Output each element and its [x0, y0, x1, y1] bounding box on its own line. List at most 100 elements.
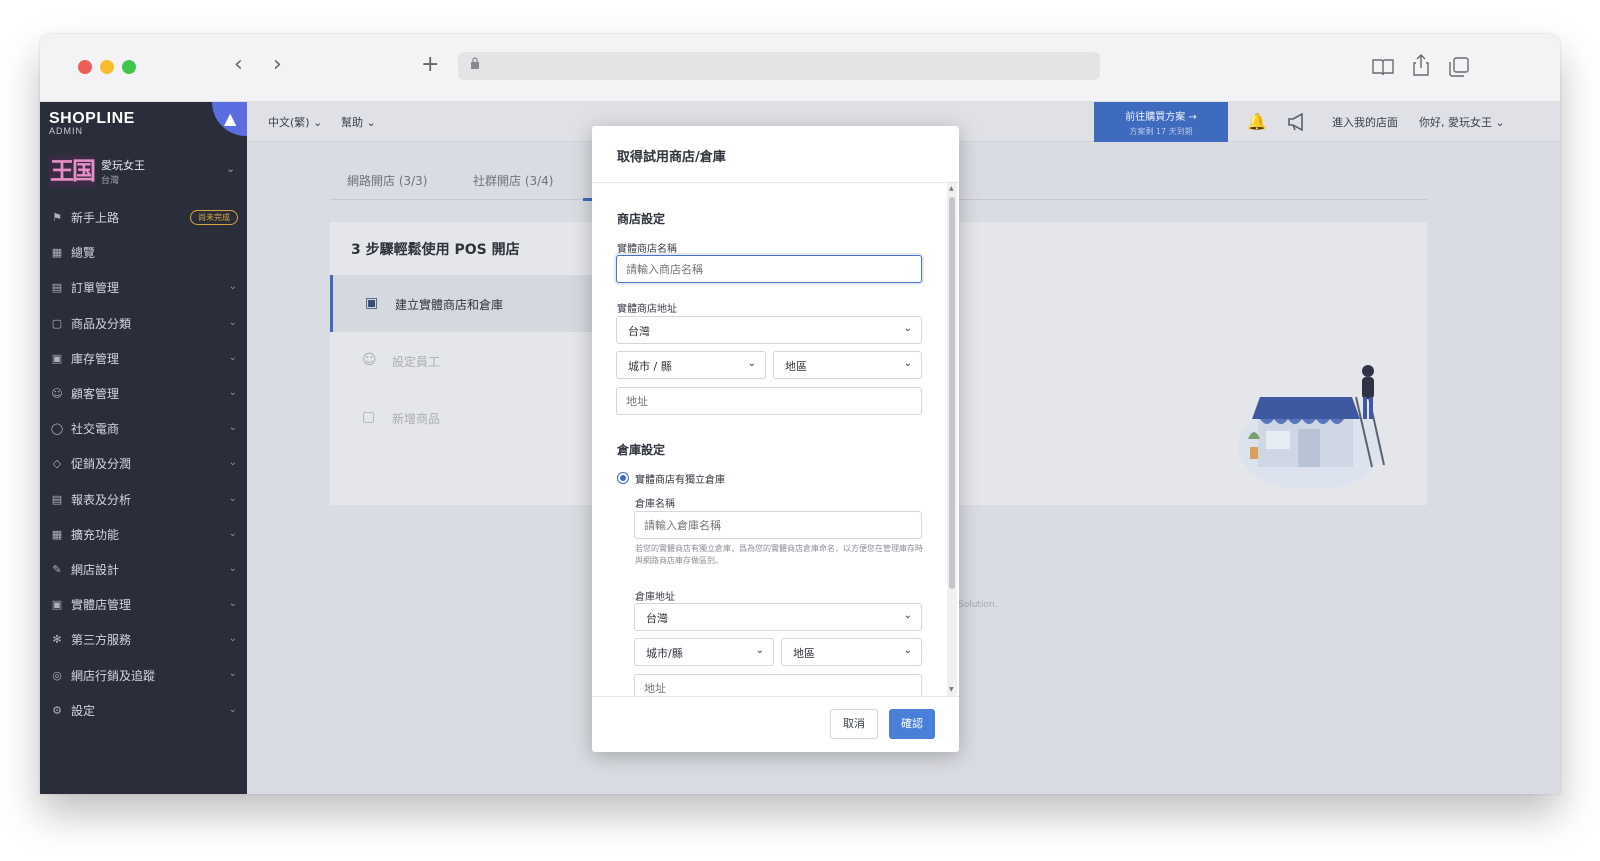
- gear-icon: ⚙: [52, 703, 62, 717]
- puzzle-icon: ✻: [52, 633, 62, 647]
- sidebar-item-label: 擴充功能: [71, 527, 120, 542]
- step-staff[interactable]: ☺ 設定員工: [330, 332, 592, 389]
- upgrade-plan-button[interactable]: 前往購買方案 → 方案剩 17 天到期: [1094, 102, 1228, 142]
- store-district-select[interactable]: 地區 ⌄: [773, 351, 922, 379]
- sidebar-item-label: 庫存管理: [71, 351, 120, 366]
- share-icon[interactable]: [1412, 54, 1430, 76]
- sidebar-item-promotions[interactable]: ◇ 促銷及分潤 ⌄: [40, 446, 247, 481]
- boxes-icon: ▣: [51, 351, 63, 365]
- sidebar-item-customers[interactable]: ☺ 顧客管理 ⌄: [40, 376, 247, 411]
- sidebar-item-third-party[interactable]: ✻ 第三方服務 ⌄: [40, 622, 247, 657]
- warehouse-country-select[interactable]: 台灣 ⌄: [634, 603, 922, 631]
- megaphone-icon[interactable]: [1287, 113, 1307, 131]
- new-tab-icon[interactable]: +: [421, 52, 439, 77]
- enter-store-link[interactable]: 進入我的店面: [1332, 114, 1398, 130]
- sidebar-item-getting-started[interactable]: ⚑ 新手上路 尚未完成: [40, 200, 247, 235]
- independent-warehouse-radio[interactable]: [617, 472, 629, 484]
- store-name-input[interactable]: [616, 255, 922, 283]
- chart-icon: ▤: [51, 492, 63, 506]
- chevron-down-icon: ⌄: [228, 422, 237, 434]
- sidebar-item-store-design[interactable]: ✎ 網店設計 ⌄: [40, 552, 247, 587]
- account-menu[interactable]: 你好, 愛玩女王 ⌄: [1419, 114, 1505, 130]
- flag-icon: ⚑: [52, 211, 62, 225]
- sidebar-item-label: 商品及分類: [71, 316, 132, 331]
- close-window-button[interactable]: [78, 60, 92, 74]
- sidebar-item-overview[interactable]: ▦ 總覽: [40, 235, 247, 270]
- sidebar-item-label: 設定: [71, 703, 96, 718]
- minimize-window-button[interactable]: [100, 60, 114, 74]
- warehouse-section-title: 倉庫設定: [617, 443, 666, 457]
- store-country-select[interactable]: 台灣 ⌄: [616, 316, 922, 344]
- help-label: 幫助: [341, 116, 363, 129]
- confirm-button[interactable]: 確認: [889, 709, 935, 739]
- sidebar-item-label: 網店設計: [71, 562, 120, 577]
- store-name: 愛玩女王: [101, 159, 145, 172]
- scroll-up-icon[interactable]: ▲: [949, 185, 954, 192]
- collapse-sidebar-button[interactable]: ▲: [212, 102, 247, 136]
- language-select[interactable]: 中文(繁) ⌄: [268, 114, 322, 130]
- forward-icon[interactable]: ›: [273, 52, 282, 77]
- step-create-store[interactable]: ▣ 建立實體商店和倉庫: [330, 275, 592, 332]
- step-products[interactable]: ▢ 新增商品: [330, 389, 592, 446]
- warehouse-address-input[interactable]: [634, 674, 922, 696]
- chevron-down-icon: ⌄: [228, 633, 237, 645]
- shopline-logo[interactable]: SHOPLINE ADMIN: [49, 110, 135, 136]
- user-icon: ☺: [362, 352, 377, 368]
- tabs-icon[interactable]: [1449, 57, 1469, 77]
- sidebar-item-retail-store[interactable]: ▣ 實體店管理 ⌄: [40, 587, 247, 622]
- bell-icon[interactable]: 🔔: [1247, 112, 1267, 131]
- tab-online-store[interactable]: 網路開店 (3/3): [347, 172, 428, 189]
- warehouse-name-input[interactable]: [634, 511, 922, 539]
- sidebar-item-label: 實體店管理: [71, 598, 132, 613]
- step-label: 建立實體商店和倉庫: [395, 298, 504, 312]
- sidebar-item-label: 促銷及分潤: [71, 457, 132, 472]
- sidebar-item-orders[interactable]: ▤ 訂單管理 ⌄: [40, 270, 247, 305]
- chevron-down-icon: ⌄: [228, 527, 237, 539]
- modal-title: 取得試用商店/倉庫: [617, 150, 726, 165]
- address-bar[interactable]: [458, 52, 1100, 80]
- modal-scroll-thumb[interactable]: [949, 197, 955, 589]
- chevron-down-icon: ⌄: [228, 492, 237, 504]
- chevron-down-icon: ⌄: [903, 323, 912, 334]
- sidebar-item-products[interactable]: ▢ 商品及分類 ⌄: [40, 306, 247, 341]
- bag-icon: ▢: [51, 316, 63, 330]
- warehouse-address-label: 倉庫地址: [635, 592, 675, 603]
- chevron-down-icon: ⌄: [228, 703, 237, 715]
- reader-icon[interactable]: [1372, 58, 1394, 76]
- cancel-button[interactable]: 取消: [830, 709, 878, 739]
- store-switcher[interactable]: 王国 愛玩女王 台灣 ⌄: [40, 152, 247, 192]
- user-icon: ☺: [51, 387, 63, 401]
- select-value: 地區: [785, 360, 807, 373]
- sidebar-item-marketing[interactable]: ◎ 網店行銷及追蹤 ⌄: [40, 657, 247, 692]
- chevron-down-icon: ⌄: [228, 281, 237, 293]
- store-address-input[interactable]: [616, 387, 922, 415]
- sidebar-item-social-commerce[interactable]: ◯ 社交電商 ⌄: [40, 411, 247, 446]
- chevron-down-icon: ⌄: [226, 162, 236, 175]
- sidebar-item-reports[interactable]: ▤ 報表及分析 ⌄: [40, 482, 247, 517]
- language-label: 中文(繁): [268, 116, 310, 129]
- help-menu[interactable]: 幫助 ⌄: [341, 114, 376, 130]
- modal-footer: 取消 確認: [592, 696, 959, 752]
- sidebar-item-label: 網店行銷及追蹤: [71, 668, 156, 683]
- sidebar-item-inventory[interactable]: ▣ 庫存管理 ⌄: [40, 341, 247, 376]
- status-badge: 尚未完成: [190, 210, 238, 225]
- store-section-title: 商店設定: [617, 212, 666, 226]
- warehouse-city-select[interactable]: 城市/縣 ⌄: [634, 638, 774, 666]
- browser-window: ‹ › + SHOPLINE ADMIN ▲ 王国 愛玩女王 台灣 ⌄ ⚑ 新手上…: [40, 34, 1560, 794]
- chevron-down-icon: ⌄: [228, 562, 237, 574]
- tab-social-store[interactable]: 社群開店 (3/4): [473, 172, 554, 189]
- paint-icon: ✎: [52, 562, 62, 576]
- maximize-window-button[interactable]: [122, 60, 136, 74]
- scroll-down-icon[interactable]: ▼: [949, 686, 954, 693]
- sidebar-item-extensions[interactable]: ▦ 擴充功能 ⌄: [40, 517, 247, 552]
- footer-text: Solution.: [958, 600, 998, 610]
- sidebar-item-settings[interactable]: ⚙ 設定 ⌄: [40, 693, 247, 728]
- select-value: 城市/縣: [646, 647, 683, 660]
- store-city-select[interactable]: 城市 / 縣 ⌄: [616, 351, 766, 379]
- promo-title: 前往購買方案 →: [1125, 112, 1197, 123]
- back-icon[interactable]: ‹: [234, 52, 243, 77]
- sidebar-item-label: 新手上路: [71, 211, 120, 226]
- sidebar-item-label: 訂單管理: [71, 281, 120, 296]
- warehouse-district-select[interactable]: 地區 ⌄: [781, 638, 922, 666]
- chat-icon: ◯: [50, 422, 64, 436]
